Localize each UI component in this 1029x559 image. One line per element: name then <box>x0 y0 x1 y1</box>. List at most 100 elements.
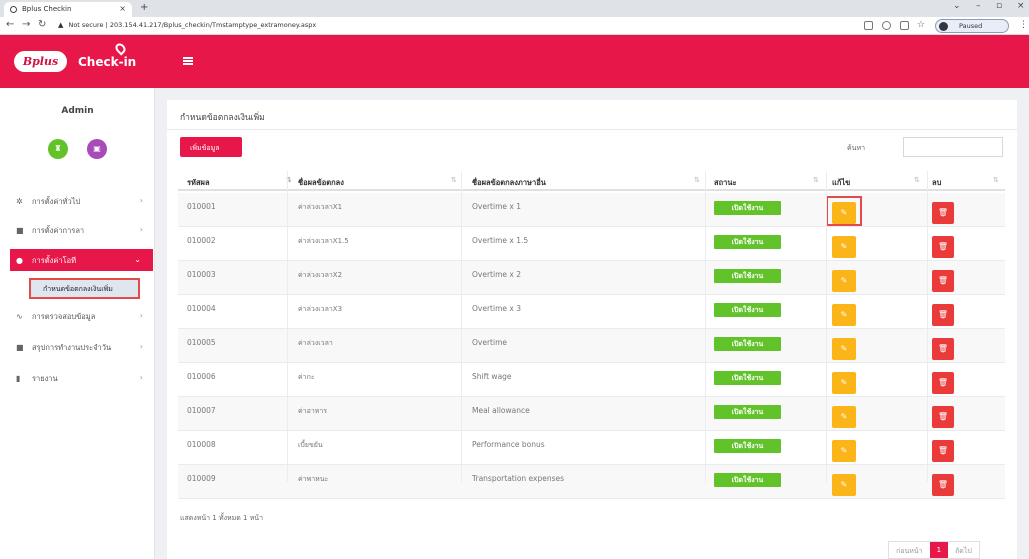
warning-icon: ▲ <box>58 21 64 29</box>
status-badge[interactable]: เปิดใช้งาน <box>714 303 781 317</box>
hamburger-menu-icon[interactable] <box>183 57 193 65</box>
sort-icon[interactable]: ⇅ <box>993 176 999 184</box>
delete-button[interactable]: 🗑 <box>932 372 954 394</box>
sidebar: Admin ♜ ▣ ✲ การตั้งค่าทั่วไป › ■ การตั้งค่… <box>0 88 155 559</box>
address-bar: ← → ↻ ▲ Not secure | 203.154.41.217/Bplu… <box>0 17 1029 35</box>
cell-name-other: Overtime x 1.5 <box>472 236 529 245</box>
col-header-name[interactable]: ชื่อผลข้อตกลง <box>298 177 344 189</box>
document-icon[interactable]: ▣ <box>87 139 107 159</box>
user-name: Admin <box>61 106 94 116</box>
status-badge[interactable]: เปิดใช้งาน <box>714 405 781 419</box>
delete-button[interactable]: 🗑 <box>932 202 954 224</box>
chevron-right-icon: › <box>139 342 143 351</box>
col-header-code[interactable]: รหัสผล <box>187 177 210 189</box>
col-header-status[interactable]: สถานะ <box>714 177 737 189</box>
delete-button[interactable]: 🗑 <box>932 474 954 496</box>
sidebar-item-general-settings[interactable]: ✲ การตั้งค่าทั่วไป › <box>0 190 155 212</box>
sidebar-subitem-extra-money[interactable]: กำหนดข้อตกลงเงินเพิ่ม <box>29 278 140 299</box>
cell-name-other: Meal allowance <box>472 406 530 415</box>
cell-name: เบี้ยขยัน <box>298 441 323 449</box>
divider <box>167 129 1017 130</box>
delete-button[interactable]: 🗑 <box>932 338 954 360</box>
minimize-icon[interactable]: – <box>976 1 981 11</box>
pagination: ก่อนหน้า 1 ถัดไป <box>888 541 980 559</box>
status-badge[interactable]: เปิดใช้งาน <box>714 337 781 351</box>
reload-icon[interactable]: ↻ <box>38 19 46 30</box>
sort-icon[interactable]: ⇅ <box>451 176 457 184</box>
edit-button[interactable]: ✎ <box>832 270 856 292</box>
add-data-button[interactable]: เพิ่มข้อมูล <box>180 137 242 157</box>
table-row: 010006 ค่ากะ Shift wage เปิดใช้งาน ✎ 🗑 <box>178 363 1005 397</box>
status-badge[interactable]: เปิดใช้งาน <box>714 201 781 215</box>
home-icon[interactable]: ♜ <box>48 139 68 159</box>
sort-icon[interactable]: ⇅ <box>813 176 819 184</box>
cell-name: ค่าล่วงเวลาX1 <box>298 203 343 211</box>
sort-icon[interactable]: ⇅ <box>694 176 700 184</box>
calendar-icon: ■ <box>16 343 24 352</box>
chevron-right-icon: › <box>139 225 143 234</box>
close-window-icon[interactable]: × <box>1017 1 1025 11</box>
sidebar-item-leave-settings[interactable]: ■ การตั้งค่าการลา › <box>0 219 155 241</box>
translate-icon[interactable] <box>864 21 873 30</box>
new-tab-button[interactable]: + <box>140 2 148 13</box>
edit-button[interactable]: ✎ <box>832 440 856 462</box>
delete-button[interactable]: 🗑 <box>932 440 954 462</box>
forward-icon[interactable]: → <box>22 19 30 30</box>
cell-name: ค่าอาหาร <box>298 407 328 415</box>
sidebar-item-data-check[interactable]: ∿ การตรวจสอบข้อมูล › <box>0 305 155 327</box>
cell-name-other: Transportation expenses <box>472 474 565 483</box>
sort-icon[interactable]: ⇅ <box>914 176 920 184</box>
app-header <box>0 35 1029 88</box>
zoom-icon[interactable] <box>882 21 891 30</box>
cell-code: 010007 <box>187 406 216 415</box>
edit-button[interactable]: ✎ <box>832 202 856 224</box>
status-badge[interactable]: เปิดใช้งาน <box>714 235 781 249</box>
delete-button[interactable]: 🗑 <box>932 406 954 428</box>
delete-button[interactable]: 🗑 <box>932 236 954 258</box>
browser-menu-icon[interactable]: ⋮ <box>1019 20 1028 30</box>
close-tab-icon[interactable]: × <box>119 4 126 13</box>
tab-title: Bplus Checkin <box>22 5 72 13</box>
url-field[interactable]: ▲ Not secure | 203.154.41.217/Bplus_chec… <box>58 21 316 29</box>
brand-logo[interactable]: Bplus <box>14 51 67 72</box>
status-badge[interactable]: เปิดใช้งาน <box>714 371 781 385</box>
pagination-prev[interactable]: ก่อนหน้า <box>889 542 930 558</box>
chevron-right-icon: › <box>139 373 143 382</box>
browser-tab[interactable]: Bplus Checkin × <box>4 2 132 17</box>
cell-name-other: Overtime x 3 <box>472 304 521 313</box>
edit-button[interactable]: ✎ <box>832 236 856 258</box>
edit-button[interactable]: ✎ <box>832 474 856 496</box>
table-row: 010004 ค่าล่วงเวลาX3 Overtime x 3 เปิดใช… <box>178 295 1005 329</box>
sidebar-item-report[interactable]: ▮ รายงาน › <box>0 367 155 389</box>
delete-button[interactable]: 🗑 <box>932 304 954 326</box>
status-badge[interactable]: เปิดใช้งาน <box>714 473 781 487</box>
paused-label: Paused <box>959 22 983 30</box>
sidebar-item-ot-settings[interactable]: ● การตั้งค่าโอที ⌄ <box>10 249 153 271</box>
back-icon[interactable]: ← <box>6 19 14 30</box>
app-name: Check-in <box>78 55 137 69</box>
cell-name: ค่าล่วงเวลาX2 <box>298 271 343 279</box>
status-badge[interactable]: เปิดใช้งาน <box>714 439 781 453</box>
search-input[interactable] <box>903 137 1003 157</box>
chevron-right-icon: › <box>139 196 143 205</box>
pagination-page-1[interactable]: 1 <box>929 542 949 558</box>
col-header-edit[interactable]: แก้ไข <box>832 177 850 189</box>
column-divider <box>826 171 827 482</box>
edit-button[interactable]: ✎ <box>832 304 856 326</box>
profile-paused-button[interactable]: Paused <box>935 19 1009 33</box>
col-header-name-other[interactable]: ชื่อผลข้อตกลงภาษาอื่น <box>472 177 546 189</box>
sidebar-item-daily-summary[interactable]: ■ สรุปการทำงานประจำวัน › <box>0 336 155 358</box>
edit-button[interactable]: ✎ <box>832 406 856 428</box>
tab-search-icon[interactable]: ⌄ <box>953 1 961 11</box>
delete-button[interactable]: 🗑 <box>932 270 954 292</box>
pagination-next[interactable]: ถัดไป <box>948 542 979 558</box>
chevron-down-icon: ⌄ <box>134 255 141 264</box>
edit-button[interactable]: ✎ <box>832 372 856 394</box>
cell-name-other: Overtime <box>472 338 507 347</box>
col-header-delete[interactable]: ลบ <box>932 177 941 189</box>
status-badge[interactable]: เปิดใช้งาน <box>714 269 781 283</box>
bookmark-star-icon[interactable]: ☆ <box>917 20 925 30</box>
maximize-icon[interactable]: ▫ <box>996 1 1002 11</box>
edit-button[interactable]: ✎ <box>832 338 856 360</box>
share-icon[interactable] <box>900 21 909 30</box>
